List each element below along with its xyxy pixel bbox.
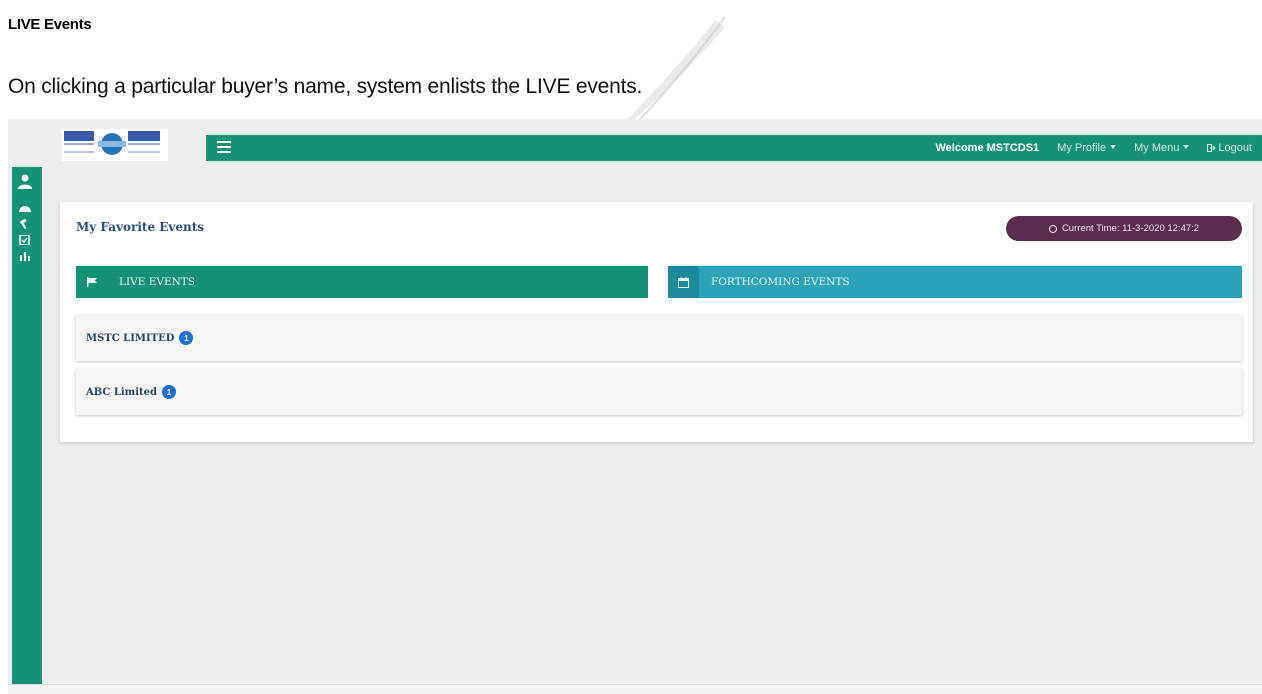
event-count-badge: 1: [179, 331, 194, 345]
event-count-badge: 1: [162, 385, 177, 399]
card-title: My Favorite Events: [76, 220, 205, 234]
logout-button[interactable]: Logout: [1207, 142, 1252, 154]
user-icon[interactable]: [17, 173, 33, 189]
my-menu-dropdown[interactable]: My Menu: [1134, 142, 1190, 154]
application-screenshot: Welcome MSTCDS1 My Profile My Menu Logou…: [8, 119, 1262, 694]
chart-icon[interactable]: [17, 251, 33, 261]
caret-down-icon: [1183, 145, 1190, 149]
dashboard-icon[interactable]: [17, 203, 33, 213]
buyer-name[interactable]: MSTC LIMITED: [86, 333, 174, 344]
mstc-logo: [62, 129, 168, 161]
current-time-badge: Current Time: 11-3-2020 12:47:2: [1006, 216, 1242, 241]
my-profile-menu[interactable]: My Profile: [1057, 142, 1117, 154]
my-profile-label: My Profile: [1057, 142, 1107, 154]
welcome-text: Welcome MSTCDS1: [935, 142, 1040, 154]
browser-status-bar: [8, 684, 1262, 694]
flag-icon: [76, 266, 107, 298]
document-paragraph: On clicking a particular buyer’s name, s…: [8, 75, 643, 98]
hamburger-menu-icon[interactable]: [217, 141, 231, 153]
checklist-icon[interactable]: [17, 235, 33, 245]
header-nav: Welcome MSTCDS1 My Profile My Menu Logou…: [935, 135, 1252, 161]
logout-label: Logout: [1218, 142, 1252, 154]
my-menu-label: My Menu: [1134, 142, 1180, 154]
left-sidebar: [12, 167, 42, 694]
caret-down-icon: [1110, 145, 1117, 149]
buyer-name[interactable]: ABC Limited: [86, 387, 157, 398]
tab-live-events[interactable]: LIVE EVENTS: [76, 266, 648, 298]
top-navigation-bar: Welcome MSTCDS1 My Profile My Menu Logou…: [206, 135, 1262, 161]
gavel-icon[interactable]: [17, 219, 33, 229]
tab-forthcoming-events[interactable]: FORTHCOMING EVENTS: [668, 266, 1242, 298]
calendar-icon: [668, 266, 699, 298]
buyer-row-mstc-limited[interactable]: MSTC LIMITED 1: [76, 315, 1242, 361]
current-time-text: Current Time: 11-3-2020 12:47:2: [1061, 223, 1200, 234]
favorite-events-card: My Favorite Events Current Time: 11-3-20…: [60, 202, 1253, 442]
document-heading: LIVE Events: [8, 16, 92, 33]
clock-icon: [1048, 224, 1057, 233]
buyer-row-abc-limited[interactable]: ABC Limited 1: [76, 369, 1242, 415]
tab-live-events-label: LIVE EVENTS: [119, 276, 196, 288]
tab-forthcoming-events-label: FORTHCOMING EVENTS: [711, 276, 850, 288]
logout-icon: [1207, 144, 1217, 152]
